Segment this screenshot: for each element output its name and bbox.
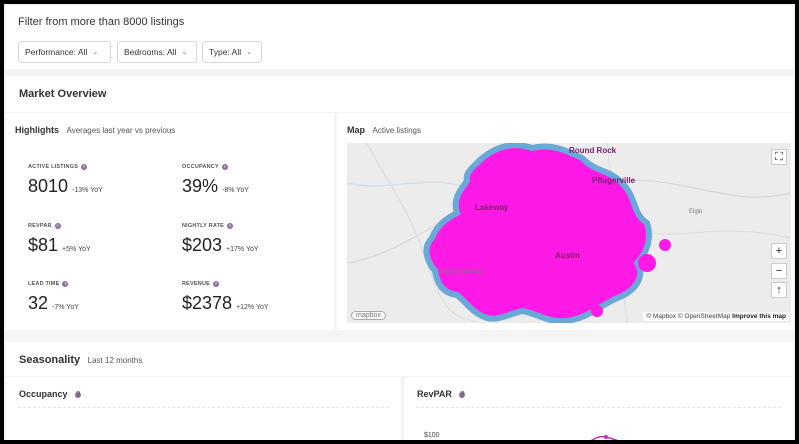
seasonality-subtitle: Last 12 months	[87, 356, 143, 365]
dashboard: Filter from more than 8000 listings Perf…	[4, 4, 795, 440]
revpar-chart-title: RevPAR	[417, 389, 452, 399]
place-label: Dripping Springs	[439, 269, 484, 275]
metric-nightly-rate: NIGHTLY RATE? $203 +17% YoY	[182, 222, 322, 256]
info-icon[interactable]: ?	[213, 281, 219, 287]
map-subtitle: Active listings	[372, 126, 421, 135]
map-header: Map Active listings	[347, 125, 421, 135]
chevron-down-icon: ⌄	[246, 49, 253, 56]
chevron-down-icon: ⌄	[92, 49, 99, 56]
info-icon[interactable]: ?	[221, 164, 228, 170]
gridline	[18, 407, 389, 408]
metric-yoy: -7% YoY	[52, 304, 79, 311]
metric-value: $203	[182, 235, 223, 255]
improve-map-link[interactable]: Improve this map	[732, 313, 786, 320]
metric-yoy: +5% YoY	[62, 246, 91, 253]
market-overview-header: Market Overview	[6, 76, 793, 112]
revpar-chart-panel: RevPAR ? $100	[404, 377, 793, 440]
metric-revpar: REVPAR? $81 +5% YoY	[28, 222, 168, 256]
metric-active-listings: ACTIVE LISTINGS? 8010 -13% YoY	[28, 163, 168, 197]
metric-label: OCCUPANCY	[182, 164, 219, 170]
place-label: Round Rock	[569, 146, 617, 155]
info-icon[interactable]: ?	[75, 391, 82, 399]
seasonality-title: Seasonality	[19, 354, 81, 366]
metric-yoy: +17% YoY	[226, 246, 259, 253]
highlights-header: Highlights Averages last year vs previou…	[15, 125, 175, 135]
info-icon[interactable]: ?	[62, 281, 69, 287]
metric-value: 39%	[182, 176, 219, 196]
metric-label: ACTIVE LISTINGS	[28, 164, 79, 170]
seasonality-heading: Seasonality Last 12 months	[19, 354, 142, 366]
fullscreen-button[interactable]: ⛶	[771, 149, 787, 165]
metric-value: $81	[28, 235, 59, 255]
bedrooms-filter-label: Bedrooms: All	[124, 47, 177, 57]
map-canvas	[347, 143, 791, 323]
highlights-title: Highlights	[15, 125, 59, 135]
map-panel: Map Active listings Round Rock Pflugervi…	[337, 113, 793, 330]
filter-title: Filter from more than 8000 listings	[18, 16, 185, 28]
metric-occupancy: OCCUPANCY? 39% -8% YoY	[182, 163, 322, 197]
info-icon[interactable]: ?	[81, 164, 88, 170]
metric-revenue: REVENUE? $2378 +12% YoY	[182, 280, 322, 314]
info-icon[interactable]: ?	[459, 391, 466, 399]
occupancy-chart-title: Occupancy	[19, 389, 68, 399]
highlights-subtitle: Averages last year vs previous	[66, 126, 176, 135]
metric-yoy: +12% YoY	[236, 304, 269, 311]
metric-lead-time: LEAD TIME? 32 -7% YoY	[28, 280, 168, 314]
compass-button[interactable]: ↑	[771, 282, 787, 298]
occupancy-chart-panel: Occupancy ?	[6, 377, 401, 440]
highlights-panel: Highlights Averages last year vs previou…	[6, 113, 334, 330]
heat-core	[423, 143, 652, 323]
zoom-out-button[interactable]: −	[771, 263, 787, 279]
revpar-line-marker	[590, 435, 619, 440]
y-tick-label: $100	[424, 432, 440, 439]
metric-value: 32	[28, 293, 49, 313]
heat-cluster	[638, 254, 656, 272]
performance-filter-dropdown[interactable]: Performance: All ⌄	[18, 41, 111, 63]
metric-yoy: -8% YoY	[222, 187, 249, 194]
listing-heat-area	[423, 143, 671, 323]
gridline	[416, 407, 781, 408]
metric-label: REVENUE	[182, 281, 210, 287]
place-label: Pflugerville	[592, 176, 636, 185]
metric-label: NIGHTLY RATE	[182, 223, 225, 229]
type-filter-label: Type: All	[209, 47, 242, 57]
metric-label: REVPAR	[28, 223, 52, 229]
metric-yoy: -13% YoY	[72, 187, 103, 194]
occupancy-chart-header: Occupancy ?	[19, 389, 82, 399]
metric-label: LEAD TIME	[28, 281, 60, 287]
place-label: Elgin	[689, 209, 703, 215]
listings-map[interactable]: Round Rock Pflugerville Austin Dripping …	[347, 143, 791, 323]
place-label: Lakeway	[475, 203, 509, 212]
osm-attribution-link[interactable]: © OpenStreetMap	[678, 313, 730, 320]
chevron-down-icon: ⌄	[181, 49, 188, 56]
mapbox-logo[interactable]: mapbox	[351, 311, 386, 320]
performance-filter-label: Performance: All	[25, 47, 88, 57]
zoom-in-button[interactable]: +	[771, 243, 787, 259]
map-title: Map	[347, 125, 365, 135]
heat-cluster	[659, 239, 671, 251]
market-overview-title: Market Overview	[19, 88, 107, 100]
place-label: Austin	[555, 251, 580, 260]
bedrooms-filter-dropdown[interactable]: Bedrooms: All ⌄	[117, 41, 197, 63]
metric-value: 8010	[28, 176, 69, 196]
revpar-chart-header: RevPAR ?	[417, 389, 466, 399]
filter-panel: Filter from more than 8000 listings Perf…	[6, 6, 793, 69]
heat-cluster	[591, 305, 603, 317]
type-filter-dropdown[interactable]: Type: All ⌄	[202, 41, 262, 63]
map-attribution: © Mapbox © OpenStreetMap Improve this ma…	[643, 312, 789, 321]
info-icon[interactable]: ?	[54, 223, 61, 229]
seasonality-header: Seasonality Last 12 months	[6, 342, 793, 376]
metric-value: $2378	[182, 293, 233, 313]
info-icon[interactable]: ?	[227, 223, 234, 229]
mapbox-attribution-link[interactable]: © Mapbox	[646, 313, 676, 320]
